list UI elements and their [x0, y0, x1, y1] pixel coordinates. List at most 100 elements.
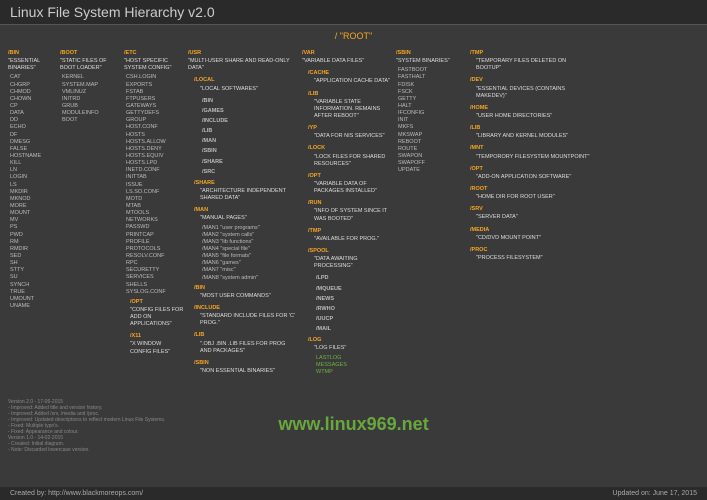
col-boot: /BOOT "STATIC FILES OF BOOT LOADER" KERN…	[60, 47, 120, 377]
list-item: HOSTNAME	[8, 153, 56, 160]
usr-man-header: /MAN	[194, 207, 298, 214]
list-item: SYSLOG.CONF	[124, 289, 184, 296]
usr-local-list: /BIN/GAMES/INCLUDE/LIB/MAN/SBIN/SHARE/SR…	[200, 95, 298, 177]
list-item: MODULEINFO	[60, 110, 120, 117]
etc-opt-header: /OPT	[130, 299, 184, 306]
list-item: GRUB	[60, 103, 120, 110]
list-item: CHMOD	[8, 89, 56, 96]
col-bin: /BIN "ESSENTIAL BINARIES" CATCHGRPCHMODC…	[8, 47, 56, 377]
var-lib-desc: "VARIABLE STATE INFORMATION. REMAINS AFT…	[314, 99, 392, 120]
footer-right: Updated on: June 17, 2015	[613, 490, 697, 497]
list-item: REBOOT	[396, 139, 466, 146]
usr-share-header: /SHARE	[194, 180, 298, 187]
list-item: FASTBOOT	[396, 67, 466, 74]
media-header: /MEDIA	[470, 227, 590, 234]
list-item: CHGRP	[8, 82, 56, 89]
usr-lib-desc: ".OBJ .BIN .LIB FILES FOR PROG AND PACKA…	[200, 341, 298, 355]
ropt-desc: "ADD-ON APPLICATION SOFTWARE"	[476, 174, 590, 181]
list-item: /MAN2 "system calls"	[200, 232, 298, 239]
rlib-header: /LIB	[470, 125, 590, 132]
etc-list: CSH.LOGINEXPORTSFSTABFTPUSERSGATEWAYSGET…	[124, 74, 184, 295]
list-item: HOST.CONF	[124, 124, 184, 131]
list-item: INITTAB	[124, 174, 184, 181]
var-desc: "VARIABLE DATA FILES"	[302, 58, 392, 65]
bin-header: /BIN	[8, 50, 56, 57]
list-item: FASTHALT	[396, 74, 466, 81]
list-item: SERVICES	[124, 274, 184, 281]
list-item: VMLINUZ	[60, 89, 120, 96]
boot-desc: "STATIC FILES OF BOOT LOADER"	[60, 58, 120, 72]
list-item: /MAN8 "system admin"	[200, 275, 298, 282]
media-desc: "CD/DVD MOUNT POINT"	[476, 235, 590, 242]
list-item: PWD	[8, 232, 56, 239]
list-item: /MAN1 "user programs"	[200, 225, 298, 232]
list-item: MORE	[8, 203, 56, 210]
list-item: HALT	[396, 103, 466, 110]
list-item: FSTAB	[124, 89, 184, 96]
list-item: GROUP	[124, 117, 184, 124]
list-item: /SBIN	[200, 148, 298, 155]
var-tmp-desc: "AVAILABLE FOR PROG."	[314, 236, 392, 243]
dev-desc: "ESSENTIAL DEVICES (CONTAINS MAKEDEV)"	[476, 86, 590, 100]
list-item: LASTLOG	[314, 355, 392, 362]
watermark: www.linux969.net	[278, 414, 428, 435]
list-item: DF	[8, 132, 56, 139]
list-item: MOTD	[124, 196, 184, 203]
usr-local-header: /LOCAL	[194, 77, 298, 84]
diagram: / "ROOT" /BIN "ESSENTIAL BINARIES" CATCH…	[0, 25, 707, 475]
list-item: UPDATE	[396, 167, 466, 174]
usr-share-desc: "ARCHITECTURE INDEPENDENT SHARED DATA"	[200, 188, 298, 202]
list-item: /LIB	[200, 128, 298, 135]
list-item: UMOUNT	[8, 296, 56, 303]
list-item: MKDIR	[8, 189, 56, 196]
var-log-list: LASTLOGMESSAGESWTMP	[314, 355, 392, 376]
boot-header: /BOOT	[60, 50, 120, 57]
usr-include-desc: "STANDARD INCLUDE FILES FOR 'C' PROG."	[200, 313, 298, 327]
dev-header: /DEV	[470, 77, 590, 84]
etc-x11-desc: "X WINDOW CONFIG FILES"	[130, 341, 184, 355]
rroot-desc: "HOME DIR FOR ROOT USER"	[476, 194, 590, 201]
var-spool-header: /SPOOL	[308, 248, 392, 255]
page-title: Linux File System Hierarchy v2.0	[0, 0, 707, 25]
list-item: DD	[8, 117, 56, 124]
list-item: /MAN7 "misc"	[200, 267, 298, 274]
list-item: /INCLUDE	[200, 118, 298, 125]
list-item: MTAB	[124, 203, 184, 210]
col-sbin: /SBIN "SYSTEM BINARIES" FASTBOOTFASTHALT…	[396, 47, 466, 377]
list-item: /MAN3 "lib functions"	[200, 239, 298, 246]
list-item: MKSWAP	[396, 132, 466, 139]
list-item: SHELLS	[124, 282, 184, 289]
version-history: Version 2.0 - 17-06-2015 - Improved: Add…	[8, 399, 165, 453]
list-item: FALSE	[8, 146, 56, 153]
list-item: /GAMES	[200, 108, 298, 115]
list-item: INIT	[396, 117, 466, 124]
bin-list: CATCHGRPCHMODCHOWNCPDATADDECHODFDMESGFAL…	[8, 74, 56, 310]
sbin-header: /SBIN	[396, 50, 466, 57]
list-item: MKFS	[396, 124, 466, 131]
list-item: PS	[8, 224, 56, 231]
root-node: / "ROOT"	[8, 31, 699, 41]
tmp-desc: "TEMPORARY FILES DELETED ON BOOTUP"	[476, 58, 590, 72]
list-item: HOSTS.DENY	[124, 146, 184, 153]
usr-man-list: /MAN1 "user programs"/MAN2 "system calls…	[200, 225, 298, 282]
list-item: CAT	[8, 74, 56, 81]
col-usr: /USR "MULTI-USER SHARE AND READ-ONLY DAT…	[188, 47, 298, 377]
var-log-header: /LOG	[308, 337, 392, 344]
col-right: /TMP "TEMPORARY FILES DELETED ON BOOTUP"…	[470, 47, 590, 377]
var-cache-header: /CACHE	[308, 70, 392, 77]
list-item: FTPUSERS	[124, 96, 184, 103]
list-item: /MAN5 "file formats"	[200, 253, 298, 260]
list-item: LS.SO.CONF	[124, 189, 184, 196]
list-item: SYSTEM.MAP	[60, 82, 120, 89]
srv-desc: "SERVER DATA"	[476, 214, 590, 221]
list-item: SU	[8, 274, 56, 281]
var-spool-list: /LPD/MQUEUE/NEWS/RWHO/UUCP/MAIL	[314, 272, 392, 334]
list-item: /UUCP	[314, 316, 392, 323]
list-item: PASSWD	[124, 224, 184, 231]
list-item: HOSTS.LPD	[124, 160, 184, 167]
list-item: LOGIN	[8, 174, 56, 181]
list-item: /MAN6 "games"	[200, 260, 298, 267]
list-item: SWAPOFF	[396, 160, 466, 167]
list-item: SED	[8, 253, 56, 260]
usr-sbin-desc: "NON ESSENTIAL BINARIES"	[200, 368, 298, 375]
